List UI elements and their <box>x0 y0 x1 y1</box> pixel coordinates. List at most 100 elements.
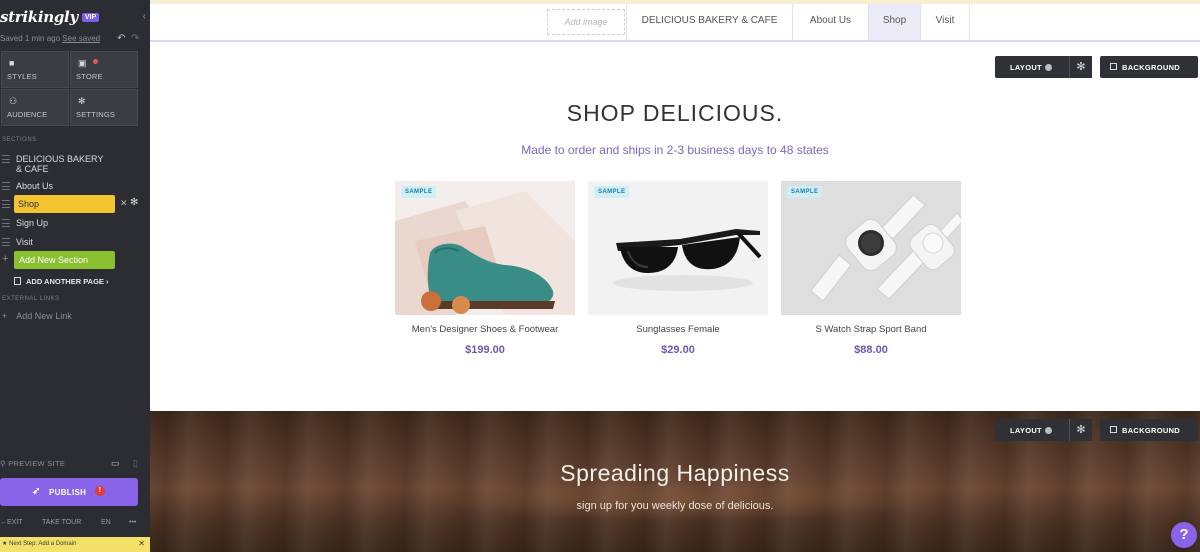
section-item-shop[interactable]: Shop <box>14 195 115 213</box>
section-label: About Us <box>16 181 54 191</box>
warning-badge: ! <box>95 486 105 496</box>
watch-illustration <box>810 194 961 302</box>
drag-handle-icon[interactable] <box>2 219 10 227</box>
collapse-sidebar-icon[interactable]: ‹ <box>143 11 146 22</box>
vip-badge: VIP <box>81 12 100 22</box>
shop-title: SHOP DELICIOUS. <box>566 100 784 126</box>
section-item-delicious[interactable]: DELICIOUS BAKERY & CAFE <box>0 152 150 174</box>
shop-section: LAYOUT ✻ BACKGROUND SHOP DELICIOUS. Made… <box>150 42 1200 411</box>
add-link-label: Add New Link <box>16 311 72 321</box>
section-label: Sign Up <box>16 218 49 228</box>
language-link[interactable]: EN <box>101 519 111 526</box>
section-subtitle: sign up for you weekly dose of delicious… <box>576 500 774 512</box>
nav-item-delicious[interactable]: DELICIOUS BAKERY & CAFE <box>626 4 792 40</box>
logo-placeholder[interactable]: Add image <box>547 9 625 35</box>
external-links-heading: EXTERNAL LINKS <box>2 296 60 302</box>
brand: strikingly VIP <box>0 8 100 26</box>
close-icon[interactable]: ✕ <box>138 539 145 548</box>
page-icon <box>14 277 21 285</box>
tile-styles[interactable]: ■ STYLES <box>1 51 69 88</box>
product-price: $88.00 <box>854 344 888 356</box>
redo-icon[interactable]: ↷ <box>131 33 139 44</box>
tile-audience[interactable]: ⚇ AUDIENCE <box>1 89 69 126</box>
section-item-about-us[interactable]: About Us <box>0 179 150 195</box>
desktop-icon[interactable]: ▭ <box>111 458 120 469</box>
tile-label: STYLES <box>7 72 37 81</box>
drag-handle-icon[interactable] <box>2 200 10 208</box>
saved-text: Saved 1 min ago <box>0 34 61 43</box>
next-step-label: Next Step: Add a Domain <box>9 541 77 547</box>
layout-label: LAYOUT <box>1010 63 1042 72</box>
notification-dot <box>93 59 98 64</box>
lock-icon: ▣ <box>78 58 87 68</box>
tile-label: STORE <box>76 72 103 81</box>
background-button[interactable]: BACKGROUND <box>1100 419 1198 441</box>
exit-link[interactable]: ← EXIT <box>0 519 23 526</box>
preview-site-button[interactable]: ⚲ PREVIEW SITE ▭ ▯ <box>0 458 138 468</box>
gear-icon: ✻ <box>78 96 86 106</box>
info-icon <box>1044 427 1052 434</box>
background-label: BACKGROUND <box>1122 426 1180 435</box>
layout-button[interactable]: LAYOUT <box>995 419 1071 441</box>
section-label: Visit <box>16 237 33 247</box>
section-item-sign-up[interactable]: Sign Up <box>0 216 150 232</box>
shop-subtitle: Made to order and ships in 2-3 business … <box>521 143 829 157</box>
background-label: BACKGROUND <box>1122 63 1180 72</box>
product-name: Sunglasses Female <box>636 324 720 335</box>
help-button[interactable]: ? <box>1171 522 1197 548</box>
shoe-illustration <box>395 191 575 315</box>
section-title: Spreading Happiness <box>560 460 790 486</box>
sample-badge: SAMPLE <box>787 186 823 198</box>
palette-icon: ■ <box>9 58 15 68</box>
product-card[interactable]: SAMPLE Sunglasses Female $29.00 <box>588 181 768 356</box>
product-price: $29.00 <box>661 344 695 356</box>
publish-button[interactable]: ➶ PUBLISH ! <box>0 478 138 506</box>
background-button[interactable]: BACKGROUND <box>1100 56 1198 78</box>
product-image-sunglasses[interactable]: SAMPLE <box>588 181 768 315</box>
drag-handle-icon[interactable] <box>2 238 10 246</box>
add-page-label: ADD ANOTHER PAGE <box>26 277 104 286</box>
close-icon[interactable]: ✕ <box>120 198 128 209</box>
section-label: DELICIOUS BAKERY & CAFE <box>16 154 104 174</box>
more-icon[interactable]: ••• <box>129 519 136 526</box>
mobile-icon[interactable]: ▯ <box>133 458 138 469</box>
drag-handle-icon[interactable] <box>2 182 10 190</box>
sample-badge: SAMPLE <box>401 186 437 198</box>
gear-icon[interactable]: ✻ <box>130 197 138 208</box>
layout-label: LAYOUT <box>1010 426 1042 435</box>
see-saved-link[interactable]: See saved <box>62 34 100 43</box>
tile-store[interactable]: ▣ STORE <box>70 51 138 88</box>
tile-label: AUDIENCE <box>7 110 48 119</box>
add-another-page-button[interactable]: ADD ANOTHER PAGE › <box>14 277 109 286</box>
add-new-section-button[interactable]: Add New Section <box>14 251 115 269</box>
next-step-bar[interactable]: ★ Next Step: Add a Domain ✕ <box>0 537 150 552</box>
product-card[interactable]: SAMPLE Men's Designer Shoes & Footwear $… <box>395 181 575 356</box>
take-tour-link[interactable]: TAKE TOUR <box>42 519 81 526</box>
section-item-visit[interactable]: Visit <box>0 235 150 251</box>
publish-label: PUBLISH <box>49 488 87 497</box>
brand-logo: strikingly <box>0 8 78 26</box>
rocket-icon: ➶ <box>32 486 41 497</box>
star-icon: ★ <box>2 541 8 547</box>
section-settings-gear-icon[interactable]: ✻ <box>1069 56 1092 78</box>
sample-badge: SAMPLE <box>594 186 630 198</box>
nav-item-shop[interactable]: Shop <box>868 4 920 40</box>
site-navbar: Add image DELICIOUS BAKERY & CAFE About … <box>150 4 1200 42</box>
layout-button[interactable]: LAYOUT <box>995 56 1071 78</box>
section-settings-gear-icon[interactable]: ✻ <box>1069 419 1092 441</box>
drag-handle-icon[interactable] <box>2 155 10 163</box>
tile-settings[interactable]: ✻ SETTINGS <box>70 89 138 126</box>
product-image-watch[interactable]: SAMPLE <box>781 181 961 315</box>
plus-icon: + <box>2 253 9 265</box>
product-image-shoe[interactable]: SAMPLE <box>395 181 575 315</box>
nav-item-visit[interactable]: Visit <box>920 4 970 40</box>
tile-label: SETTINGS <box>76 110 116 119</box>
add-new-link-button[interactable]: + Add New Link <box>2 311 72 321</box>
nav-item-about-us[interactable]: About Us <box>792 4 868 40</box>
product-card[interactable]: SAMPLE S Watch Strap Sport Band $88.00 <box>781 181 961 356</box>
product-name: S Watch Strap Sport Band <box>815 324 927 335</box>
info-icon <box>1044 64 1052 71</box>
undo-icon[interactable]: ↶ <box>117 33 125 44</box>
product-price: $199.00 <box>465 344 505 356</box>
editor-sidebar: strikingly VIP ‹ Saved 1 min ago See sav… <box>0 0 150 552</box>
